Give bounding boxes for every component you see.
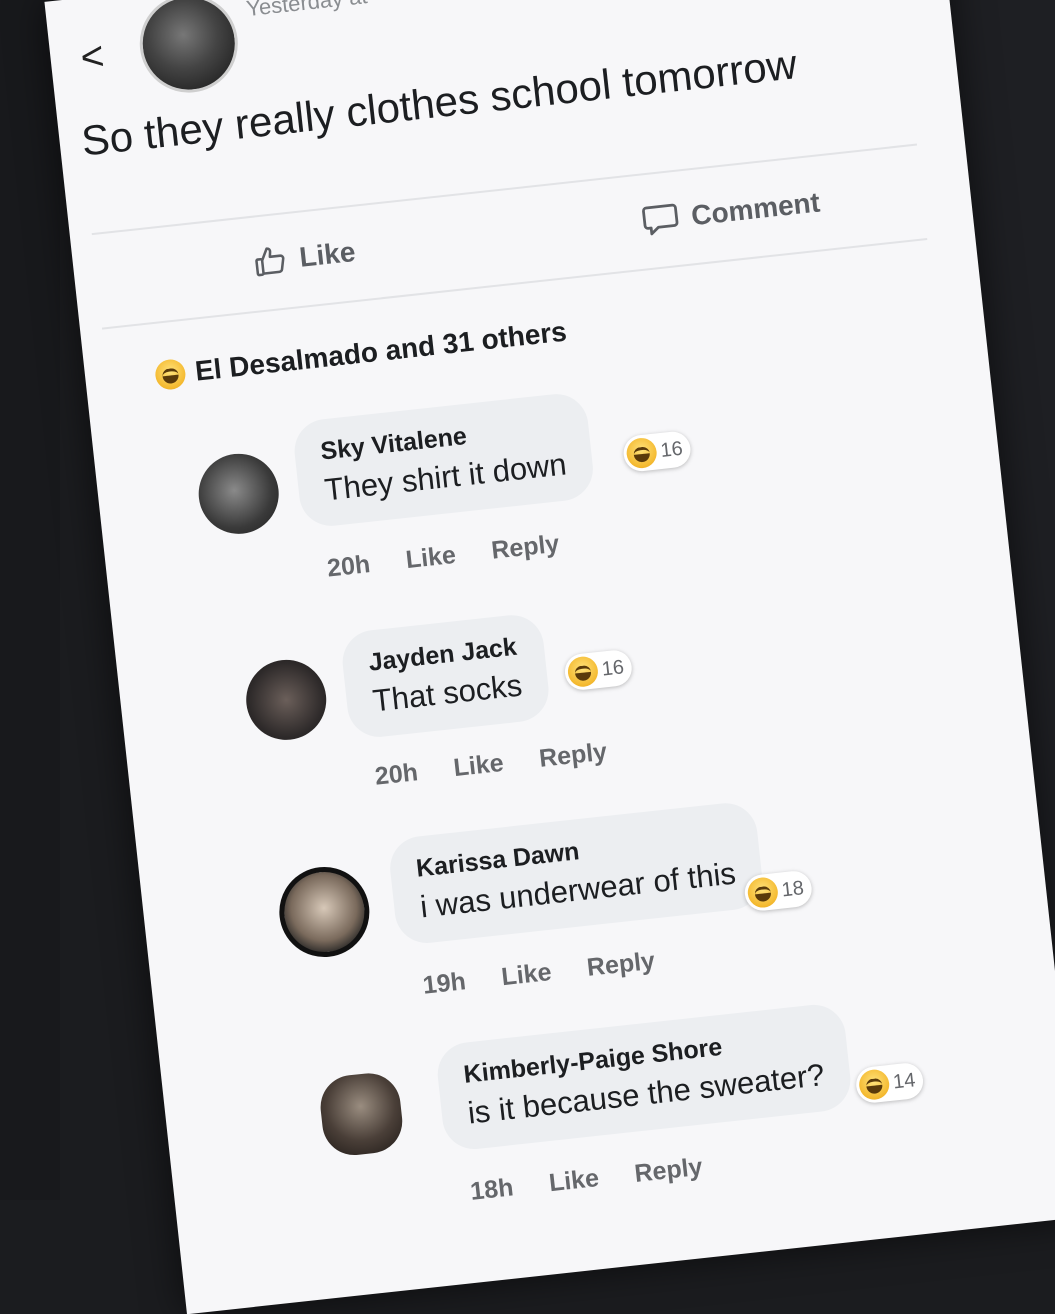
comment-button-label: Comment	[689, 186, 822, 232]
like-button-label: Like	[297, 235, 357, 273]
comment-time: 19h	[421, 967, 468, 1000]
comment-actions: 19h Like Reply	[421, 947, 656, 1001]
comment-time: 20h	[373, 758, 420, 791]
comment-like-button[interactable]: Like	[404, 541, 457, 575]
reaction-count: 14	[891, 1068, 917, 1094]
post-author-avatar[interactable]	[134, 0, 243, 98]
comment-button[interactable]: Comment	[640, 184, 822, 239]
chevron-left-icon[interactable]: <	[78, 34, 113, 80]
comment-actions: 20h Like Reply	[374, 738, 609, 792]
comment-reply-button[interactable]: Reply	[586, 947, 657, 983]
avatar[interactable]	[242, 655, 331, 744]
laughing-emoji-icon	[153, 357, 187, 392]
like-button[interactable]: Like	[252, 235, 357, 280]
reaction-count: 16	[600, 655, 626, 681]
laughing-emoji-icon	[857, 1068, 891, 1102]
laughing-emoji-icon	[746, 876, 780, 910]
comment-like-button[interactable]: Like	[500, 958, 553, 992]
thumbs-up-icon	[252, 242, 289, 279]
comment-text: That socks	[370, 667, 524, 719]
avatar[interactable]	[194, 449, 283, 538]
comment-bubble-icon	[640, 200, 682, 240]
laughing-emoji-icon	[625, 436, 659, 470]
backdrop-left	[0, 0, 60, 1200]
comment-reaction-badge[interactable]: 14	[854, 1061, 926, 1105]
comment-actions: 18h Like Reply	[469, 1153, 704, 1207]
post-timestamp: Yesterday at	[244, 0, 369, 22]
comment-reply-button[interactable]: Reply	[490, 530, 561, 566]
comment-time: 18h	[468, 1173, 515, 1206]
comment-bubble: Jayden Jack That socks	[339, 611, 552, 741]
comment-reply-button[interactable]: Reply	[633, 1153, 704, 1189]
reactions-summary-text: El Desalmado and 31 others	[193, 315, 569, 387]
comment-bubble: Karissa Dawn i was underwear of this	[386, 799, 766, 947]
comment-reaction-badge[interactable]: 16	[563, 648, 634, 692]
comment-reaction-badge[interactable]: 16	[621, 429, 693, 473]
avatar[interactable]	[317, 1070, 406, 1159]
reaction-count: 16	[659, 437, 684, 462]
avatar[interactable]	[274, 862, 374, 962]
laughing-emoji-icon	[566, 655, 600, 689]
comment-bubble: Sky Vitalene They shirt it down	[291, 390, 597, 530]
comment-bubble: Kimberly-Paige Shore is it because the s…	[434, 1001, 855, 1153]
divider	[101, 237, 928, 330]
reaction-count: 18	[780, 876, 805, 901]
comment-like-button[interactable]: Like	[452, 749, 505, 783]
comment-time: 20h	[325, 550, 372, 583]
comment-actions: 20h Like Reply	[326, 530, 561, 584]
phone-screen: < Yesterday at So they really clothes sc…	[44, 0, 1055, 1314]
reactions-summary[interactable]: El Desalmado and 31 others	[153, 315, 569, 392]
comment-reaction-badge[interactable]: 18	[742, 869, 814, 913]
comment-reply-button[interactable]: Reply	[538, 738, 609, 774]
comment-like-button[interactable]: Like	[548, 1164, 601, 1198]
